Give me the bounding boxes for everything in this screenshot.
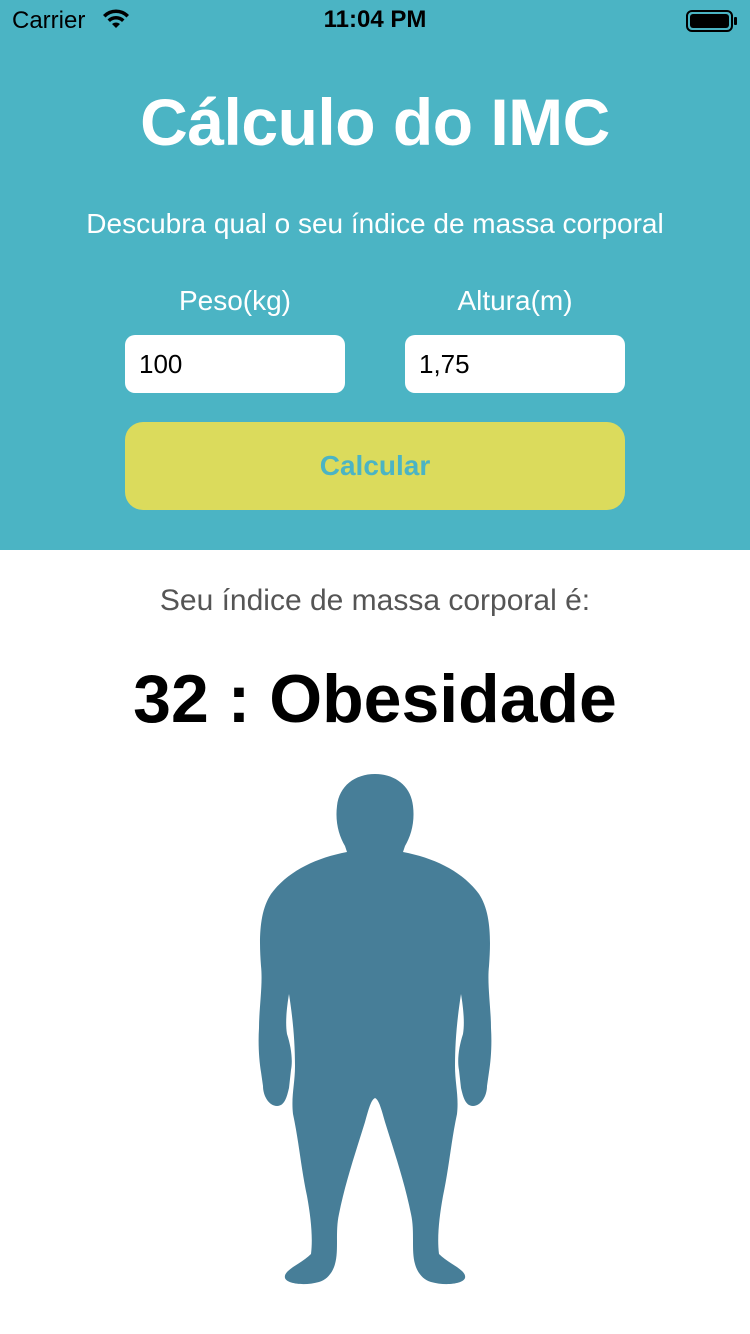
calculate-button[interactable]: Calcular xyxy=(125,422,625,510)
battery-icon xyxy=(686,10,737,32)
altura-label: Altura(m) xyxy=(457,285,573,316)
result-value: 32 : Obesidade xyxy=(133,661,617,737)
status-bar: Carrier 11:04 PM xyxy=(0,0,750,40)
peso-label: Peso(kg) xyxy=(178,285,292,316)
obese-person-silhouette xyxy=(258,774,492,1285)
page-title: Cálculo do IMC xyxy=(140,85,610,159)
clock: 11:04 PM xyxy=(323,6,427,33)
page-subtitle: Descubra qual o seu índice de massa corp… xyxy=(86,208,664,239)
header-panel: Carrier 11:04 PM Cálculo do IMC Descubra… xyxy=(0,0,750,550)
result-caption: Seu índice de massa corporal é: xyxy=(159,584,591,617)
peso-input[interactable] xyxy=(125,335,345,393)
altura-input[interactable] xyxy=(405,335,625,393)
